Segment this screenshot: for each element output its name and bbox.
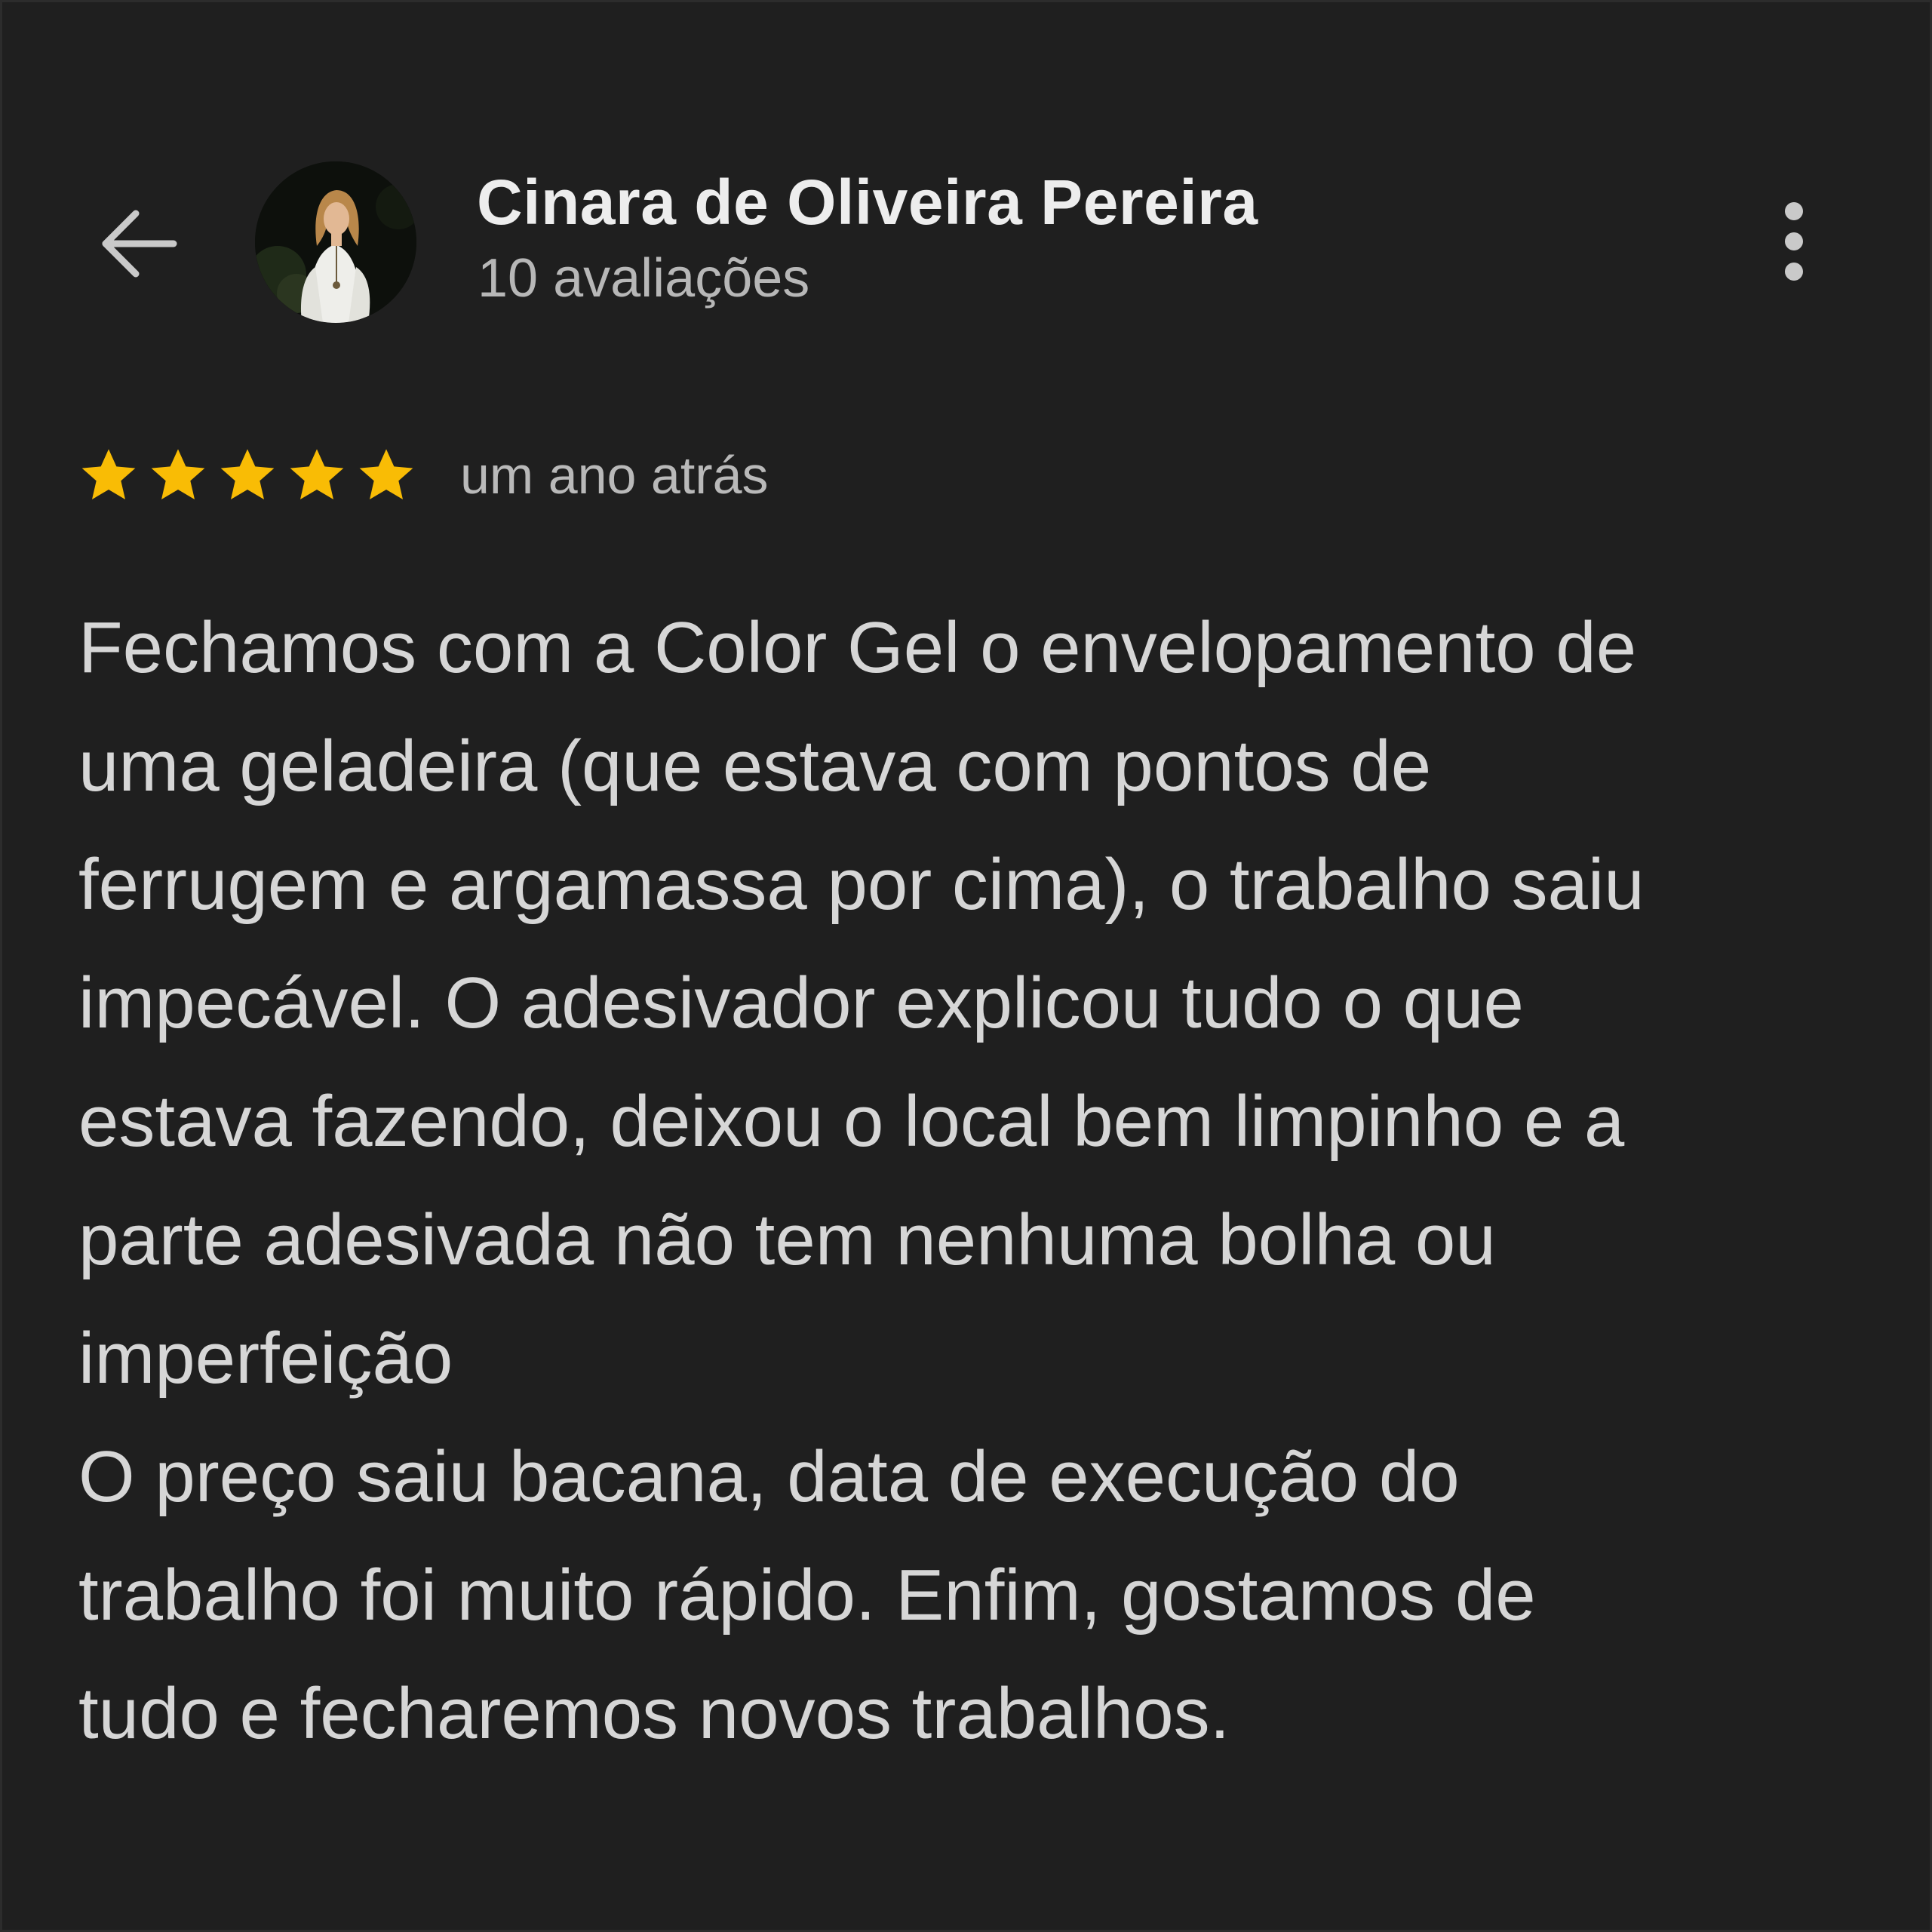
more-options-button[interactable] — [1761, 189, 1827, 294]
back-button[interactable] — [89, 195, 187, 293]
review-text-line: ferrugem e argamassa por cima), o trabal… — [78, 844, 1645, 925]
review-text-line: estava fazendo, deixou o local bem limpi… — [78, 1081, 1625, 1162]
arrow-left-icon — [102, 210, 177, 278]
review-count[interactable]: 10 avaliações — [478, 247, 809, 309]
review-text-line: trabalho foi muito rápido. Enfim, gostam… — [78, 1555, 1536, 1636]
review-text-line: imperfeição — [78, 1318, 453, 1399]
star-icon — [81, 449, 136, 499]
star-icon — [290, 449, 344, 499]
review-text-line: uma geladeira (que estava com pontos de — [78, 726, 1432, 806]
star-icon — [220, 449, 275, 499]
review-screen: Cinara de Oliveira Pereira 10 avaliações… — [0, 0, 1932, 1932]
review-text-line: Fechamos com a Color Gel o envelopamento… — [78, 607, 1637, 688]
reviewer-photo — [255, 161, 416, 323]
review-text-line: impecável. O adesivador explicou tudo o … — [78, 963, 1524, 1043]
reviewer-name[interactable]: Cinara de Oliveira Pereira — [477, 166, 1258, 239]
review-text: Fechamos com a Color Gel o envelopamento… — [78, 588, 1874, 1773]
rating-row: um ano atrás — [78, 438, 769, 513]
more-vertical-icon — [1785, 202, 1803, 281]
star-icon — [151, 449, 205, 499]
review-text-line: O preço saiu bacana, data de execução do — [78, 1436, 1460, 1517]
review-text-line: tudo e fecharemos novos trabalhos. — [78, 1673, 1230, 1754]
star-rating — [78, 445, 425, 505]
review-date: um ano atrás — [460, 446, 769, 505]
star-icon — [359, 449, 413, 499]
avatar[interactable] — [255, 161, 416, 323]
review-text-line: parte adesivada não tem nenhuma bolha ou — [78, 1199, 1496, 1280]
